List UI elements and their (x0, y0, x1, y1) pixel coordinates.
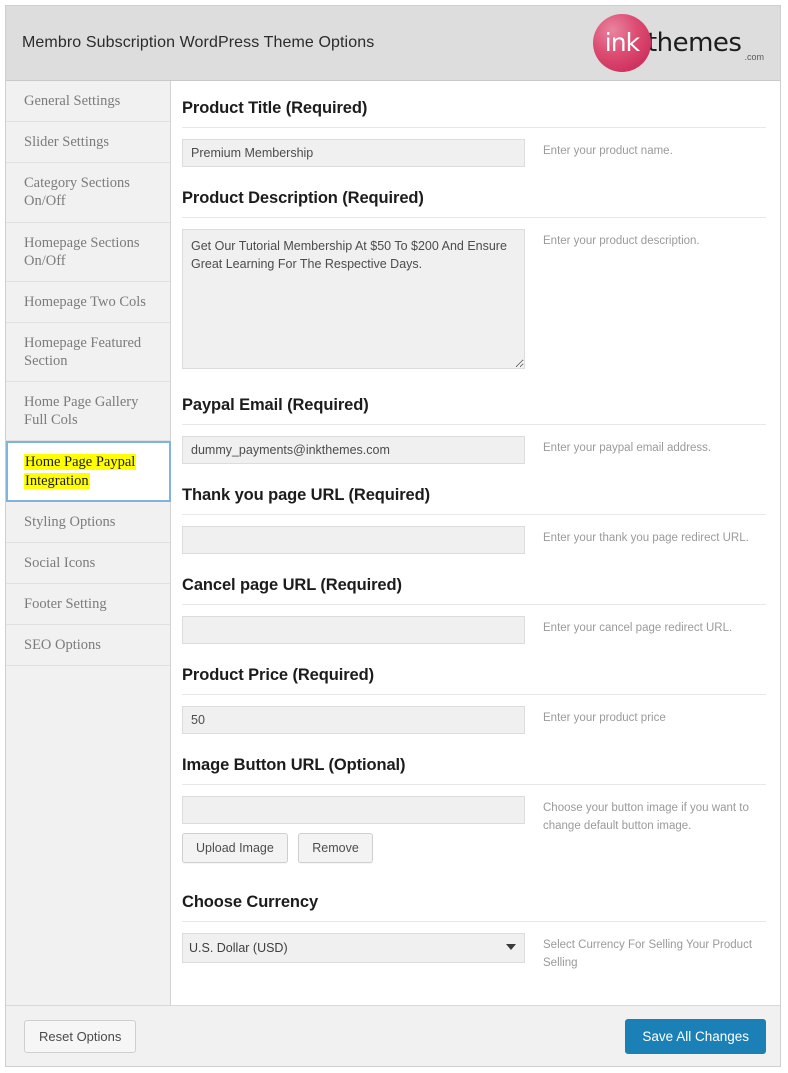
inkthemes-logo: ink themes .com (592, 14, 768, 72)
sidebar-nav: General Settings Slider Settings Categor… (6, 81, 171, 1005)
field-product-price: Enter your product price (182, 706, 766, 734)
sidebar-item-social-icons[interactable]: Social Icons (6, 543, 170, 584)
ink-circle-icon: ink (592, 14, 651, 72)
section-heading-product-price: Product Price (Required) (182, 666, 374, 684)
paypal-email-input[interactable] (182, 436, 525, 464)
field-image-button-url: Upload Image Remove Choose your button i… (182, 796, 766, 863)
sidebar-item-label: Homepage Featured Section (24, 334, 142, 369)
sidebar-item-label: Homepage Sections On/Off (24, 234, 140, 269)
field-product-description: Get Our Tutorial Membership At $50 To $2… (182, 229, 766, 374)
field-paypal-email: Enter your paypal email address. (182, 436, 766, 464)
field-help-text: Enter your paypal email address. (543, 442, 712, 454)
currency-select[interactable]: U.S. Dollar (USD) (182, 933, 525, 963)
logo-wordmark: themes (646, 28, 742, 58)
section-divider (182, 694, 766, 695)
sidebar-item-label: SEO Options (24, 637, 101, 653)
section-divider (182, 784, 766, 785)
field-help-text: Enter your cancel page redirect URL. (543, 622, 733, 634)
reset-options-button[interactable]: Reset Options (24, 1019, 137, 1053)
sidebar-item-label: Footer Setting (24, 595, 107, 612)
field-cancel-url: Enter your cancel page redirect URL. (182, 616, 766, 644)
field-help-text: Choose your button image if you want to … (543, 802, 749, 832)
sidebar-item-label: General Settings (24, 93, 121, 109)
upload-image-button[interactable]: Upload Image (182, 833, 288, 863)
sidebar-item-label: Homepage Two Cols (24, 293, 146, 310)
field-help-text: Enter your product name. (543, 145, 673, 157)
cancel-url-input[interactable] (182, 616, 525, 644)
remove-image-button[interactable]: Remove (298, 833, 373, 863)
sidebar-item-label: Social Icons (24, 554, 96, 571)
product-title-input[interactable] (182, 139, 525, 167)
thank-you-url-input[interactable] (182, 526, 525, 554)
field-help-text: Select Currency For Selling Your Product… (543, 939, 753, 969)
sidebar-item-home-page-gallery-full-cols[interactable]: Home Page Gallery Full Cols (6, 382, 170, 442)
save-all-changes-button[interactable]: Save All Changes (625, 1018, 766, 1054)
sidebar-item-label: Styling Options (24, 513, 116, 530)
sidebar-item-slider-settings[interactable]: Slider Settings (6, 122, 170, 164)
field-choose-currency: U.S. Dollar (USD) Select Currency For Se… (182, 933, 766, 973)
sidebar-item-homepage-featured-section[interactable]: Homepage Featured Section (6, 323, 170, 383)
section-heading-paypal-email: Paypal Email (Required) (182, 396, 369, 414)
options-form: Product Title (Required) Enter your prod… (171, 81, 780, 1005)
sidebar-item-label: Category Sections On/Off (24, 175, 130, 210)
logo-mark-text: ink (604, 27, 640, 57)
sidebar-item-category-sections[interactable]: Category Sections On/Off (6, 163, 170, 223)
sidebar-item-label: Slider Settings (24, 134, 109, 151)
sidebar-item-seo-options[interactable]: SEO Options (6, 625, 170, 667)
product-price-input[interactable] (182, 706, 525, 734)
page-header: Membro Subscription WordPress Theme Opti… (6, 6, 780, 81)
section-heading-thank-you-url: Thank you page URL (Required) (182, 486, 430, 504)
theme-options-panel: Membro Subscription WordPress Theme Opti… (5, 5, 781, 1067)
sidebar-item-label: Home Page Paypal Integration (24, 454, 137, 489)
image-button-url-input[interactable] (182, 796, 525, 824)
panel-body: General Settings Slider Settings Categor… (6, 81, 780, 1005)
sidebar-item-footer-setting[interactable]: Footer Setting (6, 584, 170, 625)
section-divider (182, 604, 766, 605)
field-help-text: Enter your product description. (543, 235, 700, 247)
section-divider (182, 127, 766, 128)
sidebar-item-home-page-paypal-integration[interactable]: Home Page Paypal Integration (6, 441, 171, 502)
field-thank-you-url: Enter your thank you page redirect URL. (182, 526, 766, 554)
sidebar-item-general-settings[interactable]: General Settings (6, 81, 170, 123)
logo-tld: .com (744, 52, 764, 62)
sidebar-item-homepage-sections[interactable]: Homepage Sections On/Off (6, 223, 170, 282)
section-divider (182, 217, 766, 218)
sidebar-item-homepage-two-cols[interactable]: Homepage Two Cols (6, 282, 170, 323)
section-heading-product-title: Product Title (Required) (182, 99, 368, 117)
section-heading-choose-currency: Choose Currency (182, 893, 319, 911)
section-divider (182, 514, 766, 515)
section-heading-image-button-url: Image Button URL (Optional) (182, 756, 406, 774)
page-title: Membro Subscription WordPress Theme Opti… (22, 34, 375, 51)
section-heading-product-description: Product Description (Required) (182, 189, 424, 207)
product-description-textarea[interactable]: Get Our Tutorial Membership At $50 To $2… (182, 229, 525, 369)
field-help-text: Enter your thank you page redirect URL. (543, 532, 749, 544)
section-divider (182, 921, 766, 922)
field-product-title: Enter your product name. (182, 139, 766, 167)
section-heading-cancel-url: Cancel page URL (Required) (182, 576, 402, 594)
field-help-text: Enter your product price (543, 712, 666, 724)
sidebar-item-styling-options[interactable]: Styling Options (6, 502, 170, 543)
sidebar-item-label: Home Page Gallery Full Cols (24, 394, 139, 429)
panel-footer: Reset Options Save All Changes (6, 1005, 780, 1066)
section-divider (182, 424, 766, 425)
